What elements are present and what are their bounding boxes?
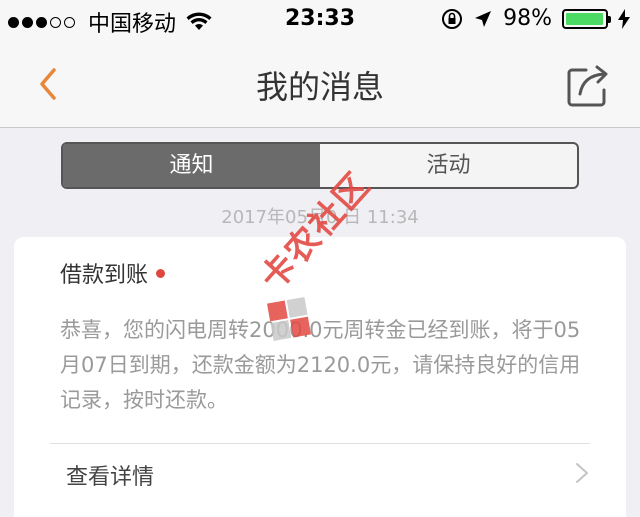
divider	[50, 443, 590, 444]
message-title: 借款到账	[60, 263, 149, 288]
location-arrow-icon	[475, 10, 492, 27]
watermark-logo-icon	[266, 296, 312, 342]
page-title: 我的消息	[255, 68, 384, 106]
message-card[interactable]: 借款到账 恭喜，您的闪电周转2000.0元周转金已经到账，将于05月07日到期，…	[14, 237, 626, 517]
navigation-bar: 我的消息	[0, 40, 640, 128]
chevron-right-icon	[576, 463, 588, 483]
unread-dot	[156, 268, 166, 278]
message-type-tabs: 通知 活动	[61, 142, 579, 189]
tab-notifications[interactable]: 通知	[63, 144, 320, 187]
status-bar: 中国移动 23:33 98%	[0, 0, 640, 40]
share-icon[interactable]	[566, 62, 612, 108]
charging-bolt-icon	[618, 8, 630, 29]
message-title-row: 借款到账	[60, 257, 166, 289]
battery-percent: 98%	[503, 6, 552, 31]
message-body: 恭喜，您的闪电周转2000.0元周转金已经到账，将于05月07日到期，还款金额为…	[60, 318, 581, 412]
orientation-lock-icon	[442, 8, 463, 29]
view-details-link[interactable]: 查看详情	[66, 459, 154, 491]
status-right: 98%	[431, 6, 630, 31]
battery-icon	[562, 8, 611, 29]
